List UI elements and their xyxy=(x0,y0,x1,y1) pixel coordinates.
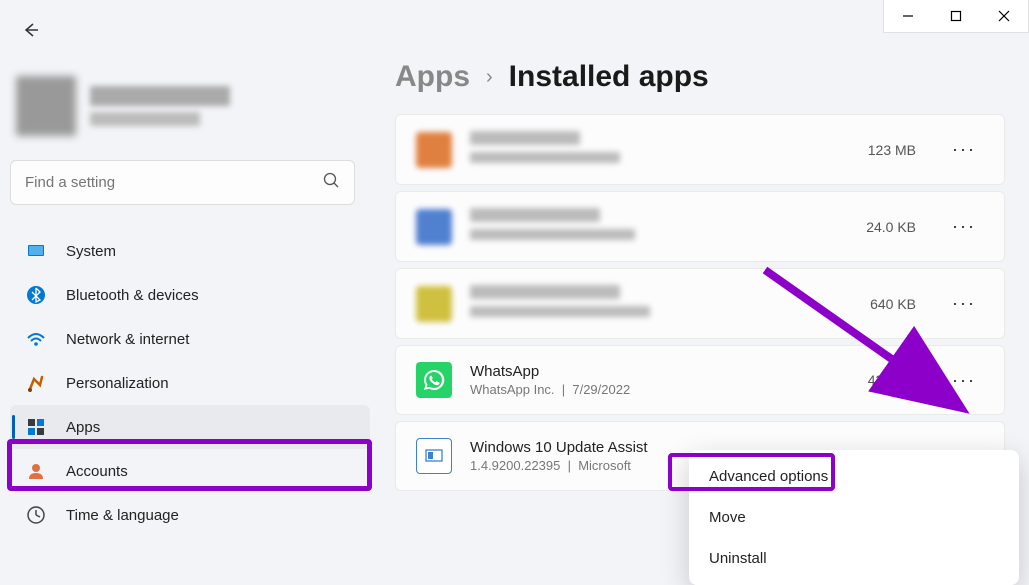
app-row: 640 KB ··· xyxy=(395,268,1005,339)
sidebar-item-personalization[interactable]: Personalization xyxy=(10,361,370,405)
app-icon-blurred xyxy=(416,209,452,245)
whatsapp-icon xyxy=(416,362,452,398)
annotation-highlight-apps xyxy=(7,439,372,491)
update-assistant-icon xyxy=(416,438,452,474)
app-size: 24.0 KB xyxy=(866,219,916,235)
search-icon xyxy=(322,171,340,194)
more-options-button[interactable]: ··· xyxy=(944,366,984,395)
sidebar-item-label: Apps xyxy=(66,419,100,436)
minimize-button[interactable] xyxy=(884,0,932,32)
app-row: 123 MB ··· xyxy=(395,114,1005,185)
app-row: 24.0 KB ··· xyxy=(395,191,1005,262)
time-icon xyxy=(26,505,46,525)
user-profile[interactable] xyxy=(10,70,370,160)
user-name-blurred xyxy=(90,86,230,106)
user-email-blurred xyxy=(90,112,200,126)
system-icon xyxy=(26,241,46,261)
app-context-menu: Advanced optionsMoveUninstall xyxy=(689,450,1019,585)
more-options-button[interactable]: ··· xyxy=(944,212,984,241)
sidebar-item-label: Bluetooth & devices xyxy=(66,287,199,304)
app-icon-blurred xyxy=(416,132,452,168)
menu-item-move[interactable]: Move xyxy=(695,497,1013,538)
app-row: WhatsApp WhatsApp Inc. | 7/29/2022 430 MB ·… xyxy=(395,345,1005,415)
sidebar-item-time[interactable]: Time & language xyxy=(10,493,370,537)
sidebar-item-system[interactable]: System xyxy=(10,229,370,273)
search-input-container[interactable] xyxy=(10,160,355,205)
sidebar-item-label: Time & language xyxy=(66,507,179,524)
breadcrumb-parent[interactable]: Apps xyxy=(395,60,470,94)
app-size: 430 MB xyxy=(868,372,916,388)
user-avatar xyxy=(16,76,76,136)
page-title: Installed apps xyxy=(509,60,709,94)
app-icon-blurred xyxy=(416,286,452,322)
sidebar-item-label: Personalization xyxy=(66,375,169,392)
apps-icon xyxy=(26,417,46,437)
chevron-right-icon: › xyxy=(486,66,493,89)
search-input[interactable] xyxy=(25,174,322,191)
sidebar-item-bluetooth[interactable]: Bluetooth & devices xyxy=(10,273,370,317)
app-size: 123 MB xyxy=(868,142,916,158)
app-size: 640 KB xyxy=(870,296,916,312)
app-name: WhatsApp xyxy=(470,363,850,380)
menu-item-advanced-options[interactable]: Advanced options xyxy=(695,456,1013,497)
close-button[interactable] xyxy=(980,0,1028,32)
breadcrumb: Apps › Installed apps xyxy=(395,60,1005,94)
wifi-icon xyxy=(26,329,46,349)
sidebar-item-wifi[interactable]: Network & internet xyxy=(10,317,370,361)
app-meta: WhatsApp Inc. | 7/29/2022 xyxy=(470,382,850,397)
sidebar-item-label: System xyxy=(66,243,116,260)
maximize-button[interactable] xyxy=(932,0,980,32)
more-options-button[interactable]: ··· xyxy=(944,289,984,318)
back-button[interactable] xyxy=(18,18,42,42)
more-options-button[interactable]: ··· xyxy=(944,135,984,164)
bluetooth-icon xyxy=(26,285,46,305)
menu-item-uninstall[interactable]: Uninstall xyxy=(695,538,1013,579)
personalization-icon xyxy=(26,373,46,393)
sidebar-item-label: Network & internet xyxy=(66,331,189,348)
